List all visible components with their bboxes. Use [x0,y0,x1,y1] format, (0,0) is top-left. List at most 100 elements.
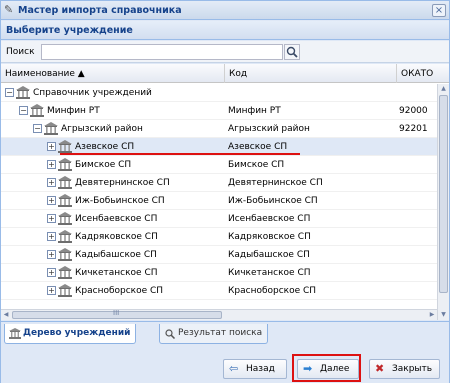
scroll-down-arrow-icon[interactable]: ▼ [438,310,449,320]
institution-icon [58,212,72,225]
row-code: Кадряковское СП [228,232,311,242]
tab-search-results-label: Результат поиска [178,328,263,338]
institution-icon [58,284,72,297]
row-code: Кичкетанское СП [228,268,311,278]
tree-row[interactable]: + Иж-Бобьинское СП Иж-Бобьинское СП [1,192,437,210]
back-button-label: Назад [246,364,275,374]
tree-row[interactable]: + Бимское СП Бимское СП [1,156,437,174]
row-name: Красноборское СП [75,286,164,296]
collapse-icon[interactable]: − [33,124,42,133]
row-code: Азевское СП [228,142,288,152]
tree-row[interactable]: + Кадыбашское СП Кадыбашское СП [1,246,437,264]
collapse-icon[interactable]: − [5,88,14,97]
institution-icon [58,230,72,243]
row-code: Агрызский район [228,124,310,134]
tree-row[interactable]: + Девятернинское СП Девятернинское СП [1,174,437,192]
close-button-label: Закрыть [392,364,433,374]
row-name: Кадряковское СП [75,232,158,242]
tree-row[interactable]: − Справочник учреждений [1,84,437,102]
institution-icon [58,266,72,279]
expand-icon[interactable]: + [47,160,56,169]
expand-icon[interactable]: + [47,268,56,277]
dialog-footer: ⇦ Назад ➡ Далее ✖ Закрыть [1,347,449,383]
row-code: Исенбаевское СП [228,214,311,224]
row-name: Агрызский район [61,124,143,134]
row-code: Бимское СП [228,160,285,170]
institution-icon [30,104,44,117]
tree-row[interactable]: + Красноборское СП Красноборское СП [1,282,437,300]
tab-strip: Дерево учреждений Результат поиска [1,321,449,345]
highlight-underline [60,153,300,155]
horizontal-scroll-thumb[interactable]: III [12,309,222,319]
import-wizard-window: ✎ Мастер импорта справочника × Выберите … [0,0,450,383]
tab-search-results[interactable]: Результат поиска [159,324,269,344]
pencil-icon: ✎ [4,3,14,16]
tab-institution-tree[interactable]: Дерево учреждений [4,324,137,344]
tree-row[interactable]: − Минфин РТ Минфин РТ 92000 [1,102,437,120]
column-header-okato[interactable]: ОКАТО [397,64,449,83]
tree-row[interactable]: + Исенбаевское СП Исенбаевское СП [1,210,437,228]
close-button[interactable]: ✖ Закрыть [369,359,440,379]
row-name: Девятернинское СП [75,178,170,188]
expand-icon[interactable]: + [47,196,56,205]
tree-icon [9,328,21,339]
institution-icon [58,158,72,171]
institutions-grid: Наименование ▲ Код ОКАТО − Справочник учр… [1,64,449,320]
row-name: Кадыбашское СП [75,250,157,260]
row-name: Исенбаевское СП [75,214,158,224]
row-name: Иж-Бобьинское СП [75,196,165,206]
vertical-scroll-thumb[interactable] [439,95,448,293]
row-code: Иж-Бобьинское СП [228,196,318,206]
expand-icon[interactable]: + [47,250,56,259]
arrow-left-icon: ⇦ [229,362,239,375]
search-label: Поиск [6,47,35,57]
search-button[interactable] [284,44,300,60]
expand-icon[interactable]: + [47,232,56,241]
scroll-left-arrow-icon[interactable]: ◀ [1,310,11,320]
search-icon [165,329,176,339]
tree-row[interactable]: − Агрызский район Агрызский район 92201 [1,120,437,138]
row-name: Бимское СП [75,160,132,170]
row-code: Минфин РТ [228,106,281,116]
scroll-up-arrow-icon[interactable]: ▲ [438,84,449,94]
collapse-icon[interactable]: − [19,106,28,115]
tab-institution-tree-label: Дерево учреждений [23,328,131,338]
expand-icon[interactable]: + [47,142,56,151]
vertical-scrollbar[interactable]: ▲ ▼ [437,84,449,320]
column-header-name[interactable]: Наименование ▲ [1,64,225,83]
institution-icon [16,86,30,99]
window-titlebar: ✎ Мастер импорта справочника × [1,1,449,20]
institution-icon [58,248,72,261]
row-okato: 92201 [399,124,428,134]
grid-body: − Справочник учреждений − Минфин РТ Минфин Р… [1,84,437,309]
expand-icon[interactable]: + [47,286,56,295]
scroll-grip: III [113,309,120,317]
institution-icon [58,194,72,207]
row-code: Девятернинское СП [228,178,323,188]
close-icon[interactable]: × [432,4,446,17]
section-header: Выберите учреждение [1,21,449,40]
row-name: Справочник учреждений [33,88,152,98]
institution-icon [58,176,72,189]
back-button[interactable]: ⇦ Назад [223,359,287,379]
close-x-icon: ✖ [375,362,385,375]
row-name: Азевское СП [75,142,135,152]
magnifier-icon [286,46,298,58]
row-code: Кадыбашское СП [228,250,310,260]
tree-row[interactable]: + Кичкетанское СП Кичкетанское СП [1,264,437,282]
row-okato: 92000 [399,106,428,116]
expand-icon[interactable]: + [47,178,56,187]
row-code: Красноборское СП [228,286,317,296]
column-header-code[interactable]: Код [225,64,397,83]
row-name: Кичкетанское СП [75,268,158,278]
horizontal-scrollbar[interactable]: ◀ III ▶ [1,309,437,320]
grid-header: Наименование ▲ Код ОКАТО [1,64,449,83]
highlight-box [292,354,361,382]
row-name: Минфин РТ [47,106,100,116]
search-input[interactable] [41,44,283,60]
section-header-label: Выберите учреждение [6,25,133,36]
scroll-right-arrow-icon[interactable]: ▶ [427,310,437,320]
window-title: Мастер импорта справочника [18,5,182,16]
expand-icon[interactable]: + [47,214,56,223]
tree-row[interactable]: + Кадряковское СП Кадряковское СП [1,228,437,246]
